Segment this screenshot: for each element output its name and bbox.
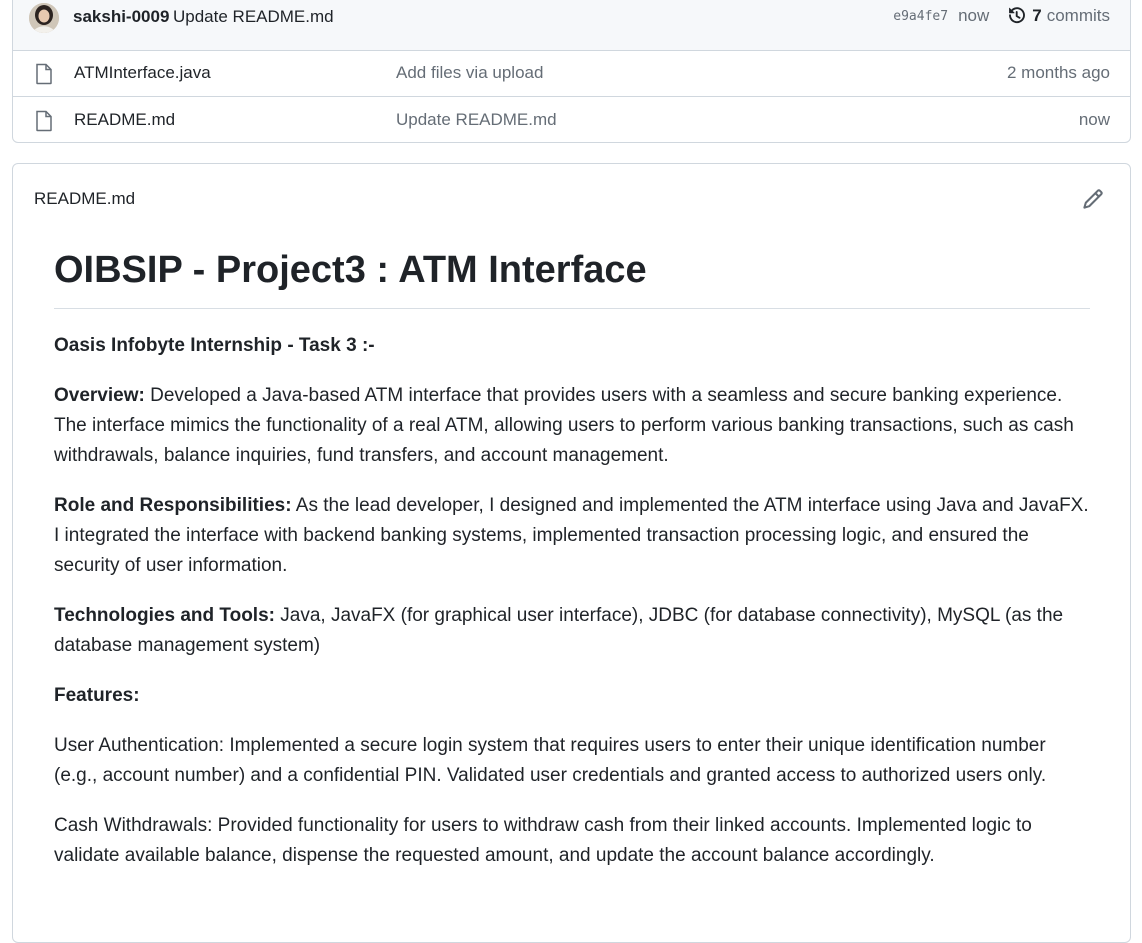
history-icon <box>1009 7 1026 24</box>
commit-meta: e9a4fe7 now 7 commits <box>893 6 1110 26</box>
file-name-link[interactable]: ATMInterface.java <box>74 63 211 83</box>
feature-cash-withdrawals: Cash Withdrawals: Provided functionality… <box>54 815 1032 866</box>
commits-history-link[interactable]: 7 commits <box>1007 6 1110 26</box>
file-row: README.md Update README.md now <box>13 97 1130 143</box>
pencil-icon[interactable] <box>1082 188 1104 210</box>
commits-label: commits <box>1046 6 1110 25</box>
features-heading: Features: <box>54 685 140 706</box>
readme-box: README.md OIBSIP - Project3 : ATM Interf… <box>12 163 1131 943</box>
file-time: now <box>1078 110 1110 129</box>
role-label: Role and Responsibilities: <box>54 495 292 516</box>
avatar[interactable] <box>29 3 59 33</box>
file-list-box: sakshi-0009 Update README.md e9a4fe7 now… <box>12 0 1131 143</box>
file-icon <box>36 63 52 85</box>
overview-text: Developed a Java-based ATM interface tha… <box>54 385 1074 466</box>
overview-paragraph: Overview: Developed a Java-based ATM int… <box>54 381 1090 471</box>
tech-paragraph: Technologies and Tools: Java, JavaFX (fo… <box>54 601 1090 661</box>
file-name-link[interactable]: README.md <box>74 110 175 130</box>
file-time: 2 months ago <box>1006 63 1110 82</box>
file-commit-message-link[interactable]: Add files via upload <box>396 63 543 83</box>
readme-heading: OIBSIP - Project3 : ATM Interface <box>54 246 1090 309</box>
role-paragraph: Role and Responsibilities: As the lead d… <box>54 491 1090 581</box>
file-row: ATMInterface.java Add files via upload 2… <box>13 50 1130 97</box>
feature-authentication: User Authentication: Implemented a secur… <box>54 735 1047 786</box>
readme-filename-link[interactable]: README.md <box>34 189 135 209</box>
commit-time: now <box>958 6 990 25</box>
overview-label: Overview: <box>54 385 145 406</box>
commit-count: 7 <box>1032 6 1042 25</box>
commit-message-link[interactable]: Update README.md <box>173 7 334 27</box>
commit-author-link[interactable]: sakshi-0009 <box>73 7 169 27</box>
file-commit-message-link[interactable]: Update README.md <box>396 110 557 130</box>
readme-subtitle: Oasis Infobyte Internship - Task 3 :- <box>54 335 375 356</box>
latest-commit-bar: sakshi-0009 Update README.md e9a4fe7 now… <box>13 0 1130 51</box>
file-icon <box>36 110 52 132</box>
tech-label: Technologies and Tools: <box>54 605 275 626</box>
readme-header: README.md <box>13 164 1130 230</box>
readme-content: OIBSIP - Project3 : ATM Interface Oasis … <box>54 246 1090 891</box>
commit-sha-link[interactable]: e9a4fe7 <box>893 9 948 24</box>
